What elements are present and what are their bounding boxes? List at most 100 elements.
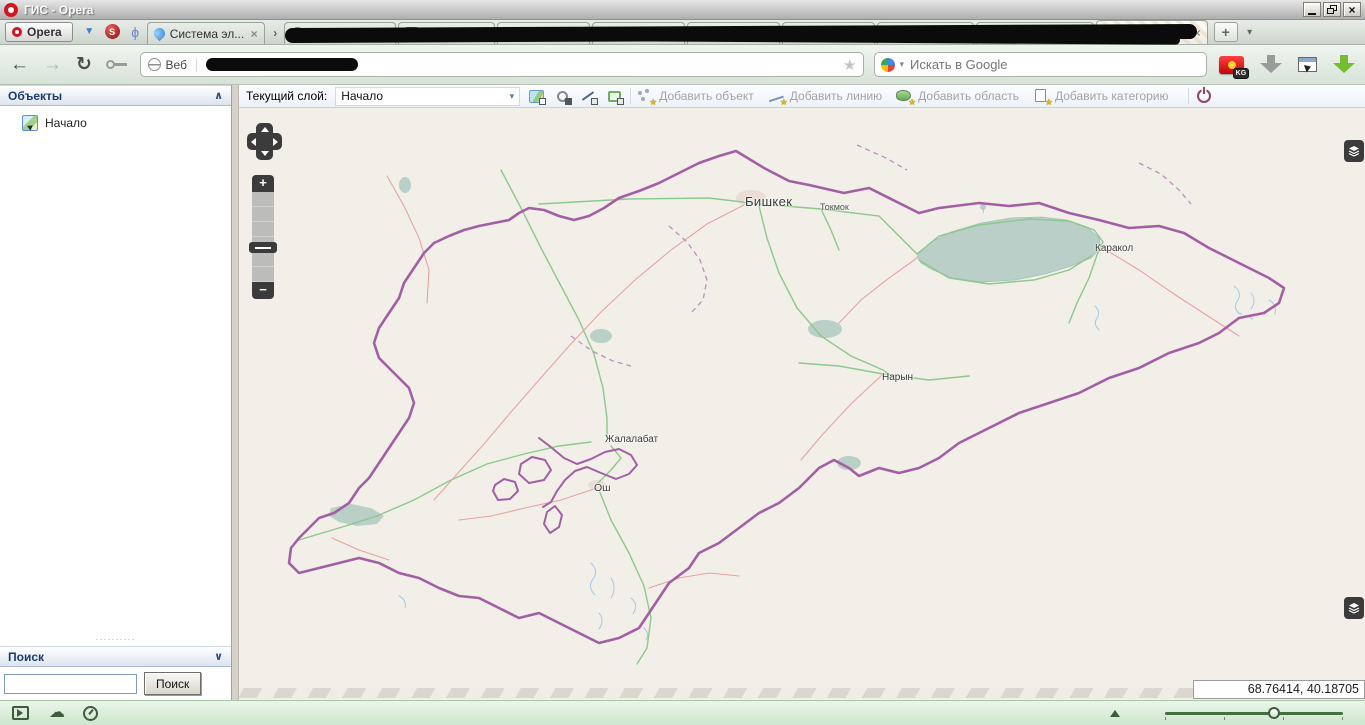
minimize-icon <box>1308 13 1316 15</box>
power-button[interactable] <box>1197 89 1211 103</box>
tree-item-label: Начало <box>45 116 87 130</box>
zoom-menu-arrow-icon[interactable] <box>1110 705 1120 717</box>
tab-overflow-button[interactable]: › <box>269 22 282 44</box>
chevron-down-icon: ▾ <box>510 91 515 102</box>
tab-close-icon[interactable]: × <box>245 27 258 41</box>
redaction-mark <box>206 58 358 71</box>
search-panel-header[interactable]: Поиск ∨ <box>0 646 231 667</box>
sidebar-splitter[interactable] <box>232 85 239 700</box>
url-field[interactable]: Веб ★ <box>140 52 865 77</box>
objects-panel-header[interactable]: Объекты ∧ <box>0 85 231 106</box>
search-row: Поиск <box>0 667 231 700</box>
panel-toggle-icon[interactable] <box>12 706 29 720</box>
tab-label: Система эл... <box>170 27 245 41</box>
back-button[interactable]: ← <box>10 55 29 74</box>
country-flag-button[interactable]: KG <box>1219 56 1245 74</box>
collapse-up-icon[interactable]: ∧ <box>214 89 223 102</box>
objects-panel-title: Объекты <box>8 89 62 103</box>
map-canvas[interactable] <box>239 108 1364 700</box>
layer-switcher-button-top[interactable] <box>1344 140 1364 162</box>
search-engine-caret-icon[interactable]: ▾ <box>899 59 904 70</box>
sidebar-search-button[interactable]: Поиск <box>144 672 201 695</box>
add-object-button[interactable]: ★ Добавить объект <box>637 89 754 104</box>
new-tab-button[interactable]: + <box>1214 22 1238 42</box>
layers-icon <box>1348 145 1360 157</box>
web-badge[interactable]: Веб <box>166 58 197 72</box>
objects-tree: Начало <box>0 106 231 637</box>
city-label-jalalabat: Жалалабат <box>605 434 658 445</box>
sidebar: Объекты ∧ Начало ·········· Поиск ∨ Поис… <box>0 85 232 700</box>
country-badge: KG <box>1233 68 1250 79</box>
collapse-down-icon[interactable]: ∨ <box>214 650 223 663</box>
add-category-label: Добавить категорию <box>1055 89 1169 103</box>
pan-left-icon[interactable] <box>251 138 256 146</box>
add-area-button[interactable]: ★ Добавить область <box>896 89 1019 104</box>
city-label-osh: Ош <box>594 482 611 494</box>
reload-button[interactable]: ↻ <box>76 55 92 74</box>
zoom-out-button[interactable]: − <box>252 282 274 299</box>
add-area-label: Добавить область <box>918 89 1019 103</box>
opera-logo-icon <box>4 3 18 17</box>
add-line-button[interactable]: ★ Добавить линию <box>768 89 882 104</box>
sidebar-search-input[interactable] <box>4 674 137 694</box>
downloads-button[interactable] <box>1333 55 1355 75</box>
pan-up-icon[interactable] <box>261 127 269 132</box>
tab-list-button[interactable]: ▾ <box>1241 22 1259 42</box>
add-line-label: Добавить линию <box>790 89 882 103</box>
toolbar-separator <box>1188 88 1189 104</box>
lakes <box>329 177 1101 526</box>
layers-icon <box>1348 602 1360 614</box>
wand-key-icon[interactable] <box>106 60 128 70</box>
add-category-button[interactable]: ★ Добавить категорию <box>1033 89 1169 104</box>
city-label-karakol: Каракол <box>1095 243 1133 254</box>
toolbar-separator <box>630 88 631 104</box>
pan-down-icon[interactable] <box>261 151 269 156</box>
zoom-tool-button[interactable] <box>552 87 572 105</box>
turbo-gauge-icon[interactable] <box>83 706 98 721</box>
pinned-panel-icon-1[interactable]: ▼ <box>80 22 99 41</box>
minimize-button[interactable] <box>1303 2 1321 17</box>
map-viewport[interactable]: Бишкек Токмок Каракол Нарын Жалалабат Ош… <box>239 108 1365 700</box>
download-arrow-icon[interactable] <box>1260 55 1282 75</box>
main-area: Текущий слой: Начало ▾ ★ Добавить объект… <box>239 85 1365 700</box>
opera-menu-button[interactable]: Opera <box>5 22 73 42</box>
close-icon: × <box>1348 4 1355 16</box>
tree-item-nachalo[interactable]: Начало <box>0 113 231 133</box>
window-titlebar: ГИС - Opera × <box>0 0 1365 20</box>
bookmark-star-icon[interactable]: ★ <box>843 56 856 74</box>
lake-small-3 <box>399 177 411 193</box>
window-title: ГИС - Opera <box>24 3 93 17</box>
map-preview-button[interactable] <box>526 87 546 105</box>
add-area-icon: ★ <box>896 89 913 104</box>
restore-button[interactable] <box>1323 2 1341 17</box>
close-button[interactable]: × <box>1343 2 1361 17</box>
pinned-panel-icon-3[interactable]: ϕ <box>126 22 145 41</box>
panel-splitter-handle[interactable]: ·········· <box>0 637 231 646</box>
zoom-in-button[interactable]: + <box>252 175 274 192</box>
page-zoom-slider[interactable] <box>1165 712 1343 715</box>
cursor-coordinates: 68.76414, 40.18705 <box>1193 680 1365 699</box>
unite-cloud-icon[interactable]: ☁ <box>49 705 65 721</box>
pinned-panel-icon-2[interactable]: S <box>103 22 122 41</box>
pan-right-icon[interactable] <box>273 138 278 146</box>
gis-toolbar: Текущий слой: Начало ▾ ★ Добавить объект… <box>239 85 1365 108</box>
google-search-field[interactable]: ▾ <box>874 52 1206 77</box>
browser-statusbar: ☁ <box>0 700 1365 725</box>
tab-system[interactable]: Система эл... × <box>147 22 265 44</box>
page-zoom-handle[interactable] <box>1268 707 1280 719</box>
panels-toggle-icon[interactable] <box>1298 57 1318 72</box>
zoom-slider-handle[interactable] <box>249 242 277 253</box>
urban-areas <box>588 190 766 490</box>
map-pan-control[interactable] <box>247 123 282 160</box>
line-tool-button[interactable] <box>578 87 598 105</box>
zoom-track[interactable] <box>252 192 274 282</box>
city-label-naryn: Нарын <box>882 372 913 383</box>
search-input[interactable] <box>910 57 1160 72</box>
layer-switcher-button-bottom[interactable] <box>1344 597 1364 619</box>
forward-button[interactable]: → <box>43 55 62 74</box>
waterways <box>399 203 1275 640</box>
area-tool-button[interactable] <box>604 87 624 105</box>
layer-select[interactable]: Начало ▾ <box>335 87 520 106</box>
globe-icon <box>148 58 161 71</box>
layer-icon <box>22 115 38 131</box>
